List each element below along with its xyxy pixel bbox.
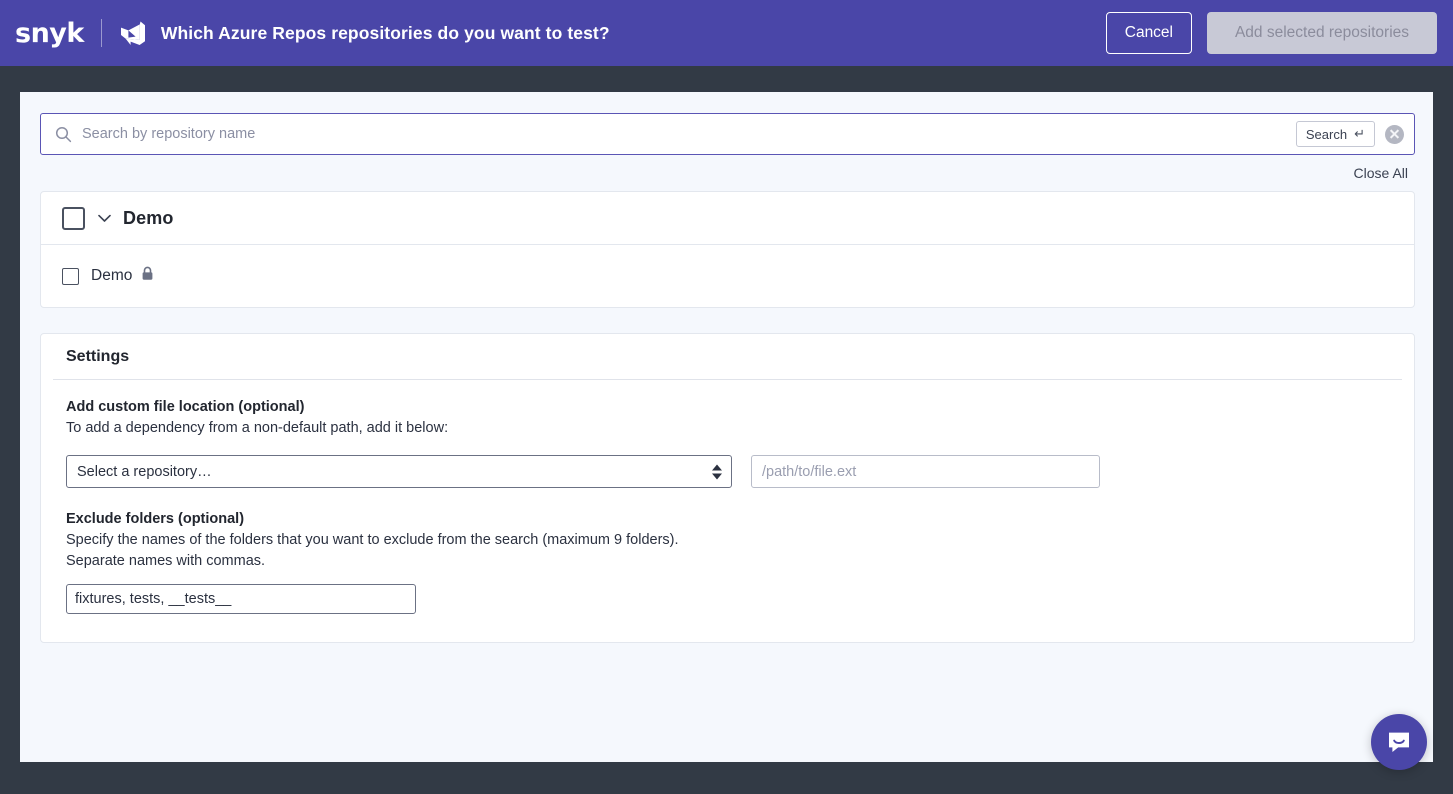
page-title: Which Azure Repos repositories do you wa… [161, 23, 610, 44]
repository-row[interactable]: Demo [41, 245, 1414, 307]
repository-select-value: Select a repository… [77, 464, 212, 480]
clear-circle-icon[interactable] [1385, 125, 1404, 144]
exclude-folders-section: Exclude folders (optional) Specify the n… [66, 511, 1389, 614]
custom-path-input[interactable] [751, 455, 1100, 488]
organization-header-row[interactable]: Demo [41, 192, 1414, 245]
cancel-button[interactable]: Cancel [1106, 12, 1192, 54]
repository-select[interactable]: Select a repository… [66, 455, 732, 488]
repository-list: Demo Demo [40, 191, 1415, 308]
search-bar: Search ↵ [40, 113, 1415, 155]
app-header: snyk Which Azure Repos repositories do y… [0, 0, 1453, 66]
exclude-folders-help-line2: Separate names with commas. [66, 551, 1389, 572]
search-icon [55, 126, 72, 143]
list-controls: Close All [40, 155, 1415, 191]
settings-panel: Settings Add custom file location (optio… [40, 333, 1415, 643]
settings-title: Settings [53, 334, 1402, 380]
azure-devops-icon [118, 18, 148, 48]
organization-checkbox[interactable] [62, 207, 85, 230]
custom-file-location-label: Add custom file location (optional) [66, 399, 1389, 415]
search-submit-button[interactable]: Search ↵ [1296, 121, 1375, 147]
snyk-logo: snyk [15, 20, 84, 47]
exclude-folders-help-line1: Specify the names of the folders that yo… [66, 530, 1389, 551]
organization-name: Demo [123, 208, 173, 229]
repository-checkbox[interactable] [62, 268, 79, 285]
add-selected-repositories-button[interactable]: Add selected repositories [1207, 12, 1437, 54]
header-divider [101, 19, 102, 47]
custom-file-location-controls: Select a repository… [66, 455, 1389, 488]
repository-name: Demo [91, 267, 132, 285]
lock-icon [141, 266, 154, 286]
header-actions: Cancel Add selected repositories [1106, 12, 1437, 54]
chat-bubble-smile-icon[interactable] [1371, 714, 1427, 770]
stepper-arrows-icon [712, 464, 722, 479]
chevron-down-icon[interactable] [93, 207, 115, 229]
custom-file-location-help: To add a dependency from a non-default p… [66, 418, 1389, 439]
exclude-folders-label: Exclude folders (optional) [66, 511, 1389, 527]
close-all-button[interactable]: Close All [1354, 165, 1408, 181]
exclude-folders-input[interactable] [66, 584, 416, 614]
search-input[interactable] [82, 115, 1296, 153]
search-submit-label: Search [1306, 127, 1347, 142]
main-content-card: Search ↵ Close All Demo Demo [20, 92, 1433, 762]
enter-key-icon: ↵ [1354, 126, 1365, 142]
